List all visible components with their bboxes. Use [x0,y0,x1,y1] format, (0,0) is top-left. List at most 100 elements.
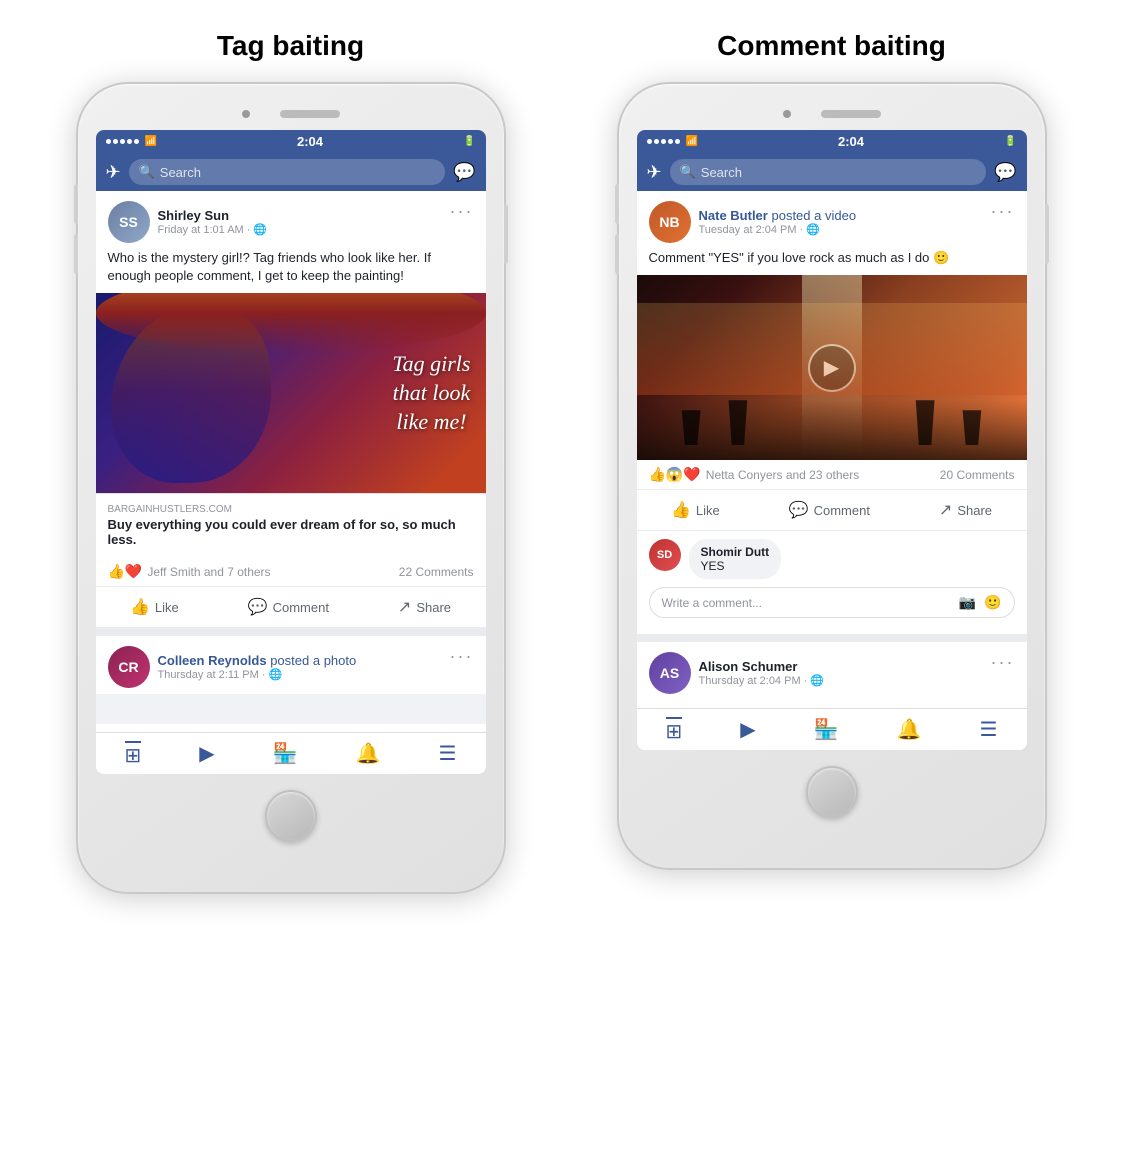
alison-avatar: AS [649,652,691,694]
search-icon: 🔍 [139,164,155,180]
left-fb-nav: ✈ 🔍 Search 💬 [96,153,486,191]
right-phone-top-bar [637,102,1027,130]
left-search-label: Search [160,165,201,180]
emoji-icon[interactable]: 🙂 [984,594,1001,611]
right-comments-count: 20 Comments [940,468,1015,482]
left-title: Tag baiting [20,30,561,62]
power-button[interactable] [504,204,508,264]
right-share-button[interactable]: ↗ Share [927,494,1004,526]
right-front-camera-icon [783,110,791,118]
right-reaction-text: Netta Conyers and 23 others [706,468,859,482]
left-feed: SS Shirley Sun Friday at 1:01 AM · 🌐 ··· [96,191,486,724]
left-phone-screen: 📶 2:04 🔋 ✈ 🔍 Search 💬 [96,130,486,774]
nav-marketplace[interactable]: 🏪 [273,741,298,768]
right-nav-marketplace[interactable]: 🏪 [814,717,839,744]
left-post-1-more[interactable]: ··· [450,201,474,222]
right-reaction-icons: 👍😱❤️ [649,466,701,483]
alison-name: Alison Schumer [699,659,824,674]
right-send-icon[interactable]: ✈ [647,162,662,183]
nav-watch[interactable]: ▶ [199,741,214,768]
right-nav-news-feed[interactable]: ⊞ [666,717,683,744]
right-vol-up-button[interactable] [615,184,619,224]
right-globe-icon: 🌐 [806,223,820,236]
right-vol-down-button[interactable] [615,234,619,274]
right-post-1: NB Nate Butler posted a video Tuesday at… [637,191,1027,634]
vol-down-button[interactable] [74,234,78,274]
comment-button[interactable]: 💬 Comment [236,591,341,623]
wifi-icon: 📶 [145,136,157,147]
right-nav-notifications[interactable]: 🔔 [897,717,922,744]
image-text-overlay: Tag girls that look like me! [392,350,470,436]
right-fb-nav: ✈ 🔍 Search 💬 [637,153,1027,191]
left-phone-bottom [96,774,486,842]
right-watch-icon: ▶ [740,717,755,742]
right-share-icon: ↗ [939,500,952,520]
share-label: Share [416,600,451,615]
right-nav-watch[interactable]: ▶ [740,717,755,744]
alison-time: Thursday at 2:04 PM · 🌐 [699,674,824,687]
right-post-1-more[interactable]: ··· [991,201,1015,222]
left-link-preview: BARGAINHUSTLERS.COM Buy everything you c… [96,493,486,557]
nav-news-feed[interactable]: ⊞ [125,741,142,768]
like-button[interactable]: 👍 Like [118,591,191,623]
link-domain: BARGAINHUSTLERS.COM [108,504,474,515]
right-post-2: AS Alison Schumer Thursday at 2:04 PM · … [637,642,1027,700]
speaker-icon [280,110,340,118]
right-action-buttons: 👍 Like 💬 Comment ↗ Share [637,490,1027,531]
right-share-label: Share [957,503,992,518]
left-search-box[interactable]: 🔍 Search [129,159,445,185]
comment-1-text: YES [701,559,770,573]
right-home-button[interactable] [806,766,858,818]
right-post-2-more[interactable]: ··· [991,652,1015,673]
right-power-button[interactable] [1045,204,1049,264]
right-news-feed-icon: ⊞ [666,719,683,744]
left-bottom-nav: ⊞ ▶ 🏪 🔔 ☰ [96,732,486,774]
comment-1-bubble: Shomir Dutt YES [689,539,782,579]
messenger-icon[interactable]: 💬 [453,162,475,183]
like-icon: 👍 [130,597,150,617]
stage-lights [637,303,1027,396]
reaction-text: Jeff Smith and 7 others [147,565,270,579]
write-comment-box[interactable]: Write a comment... 📷 🙂 [649,587,1015,618]
nav-notifications[interactable]: 🔔 [356,741,381,768]
left-reactions-row: 👍❤️ Jeff Smith and 7 others 22 Comments [96,557,486,587]
menu-icon: ☰ [439,741,457,766]
image-text-line3: like me! [392,408,470,437]
right-post-1-video[interactable]: ▶ [637,275,1027,460]
write-comment-placeholder: Write a comment... [662,596,762,610]
front-camera-icon [242,110,250,118]
right-like-label: Like [696,503,720,518]
camera-icon[interactable]: 📷 [959,594,976,611]
right-like-button[interactable]: 👍 Like [659,494,732,526]
right-post-1-header: NB Nate Butler posted a video Tuesday at… [637,191,1027,249]
vol-up-button[interactable] [74,184,78,224]
watch-icon: ▶ [199,741,214,766]
right-menu-icon: ☰ [980,717,998,742]
image-text-line2: that look [392,379,470,408]
left-home-button[interactable] [265,790,317,842]
comment-icon: 💬 [248,597,268,617]
share-button[interactable]: ↗ Share [386,591,463,623]
news-feed-icon: ⊞ [125,743,142,768]
right-search-box[interactable]: 🔍 Search [670,159,986,185]
right-post-1-text: Comment "YES" if you love rock as much a… [637,249,1027,275]
right-post-2-header: AS Alison Schumer Thursday at 2:04 PM · … [637,642,1027,700]
right-status-time: 2:04 [838,134,864,149]
comment-1-author: Shomir Dutt [701,545,770,559]
comment-1: SD Shomir Dutt YES [649,539,1015,579]
alison-globe-icon: 🌐 [810,674,824,687]
right-comment-label: Comment [814,503,870,518]
nav-menu[interactable]: ☰ [439,741,457,768]
right-marketplace-icon: 🏪 [814,717,839,742]
right-search-icon: 🔍 [680,164,696,180]
status-time: 2:04 [297,134,323,149]
marketplace-icon: 🏪 [273,741,298,766]
right-wifi-icon: 📶 [686,136,698,147]
send-icon[interactable]: ✈ [106,162,121,183]
right-nav-menu[interactable]: ☰ [980,717,998,744]
colleen-avatar: CR [108,646,150,688]
left-post-2-more[interactable]: ··· [450,646,474,667]
right-comment-button[interactable]: 💬 Comment [777,494,882,526]
shirley-time: Friday at 1:01 AM · 🌐 [158,223,268,236]
right-messenger-icon[interactable]: 💬 [994,162,1016,183]
